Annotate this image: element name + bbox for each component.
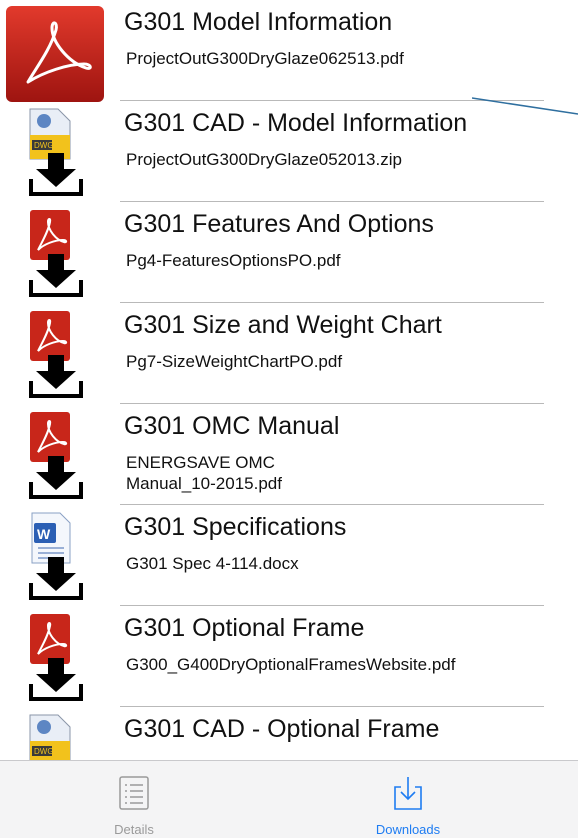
download-arrow-icon [29, 456, 83, 499]
tab-label: Downloads [375, 822, 441, 837]
item-title: G301 CAD - Model Information [124, 109, 468, 137]
list-icon [119, 776, 149, 810]
list-item[interactable]: DWG G301 CAD - Optional Frame [0, 707, 578, 760]
svg-text:DWG: DWG [34, 747, 54, 756]
list-item[interactable]: G301 Features And Options Pg4-FeaturesOp… [0, 202, 578, 303]
acrobat-large-icon [6, 6, 104, 102]
dwg-file-icon: DWG [29, 714, 71, 760]
list-item[interactable]: G301 OMC Manual ENERGSAVE OMC Manual_10-… [0, 404, 578, 505]
item-filename: ProjectOutG300DryGlaze052013.zip [126, 150, 402, 169]
download-arrow-icon [29, 254, 83, 297]
item-filename: ENERGSAVE OMC Manual_10-2015.pdf [126, 453, 282, 493]
list-item[interactable]: G301 Model Information ProjectOutG300Dry… [0, 0, 578, 102]
item-title: G301 CAD - Optional Frame [124, 715, 440, 743]
downloads-list: G301 Model Information ProjectOutG300Dry… [0, 0, 578, 760]
item-title: G301 Specifications [124, 513, 347, 541]
download-arrow-icon [29, 153, 83, 196]
tab-details[interactable]: Details [54, 761, 214, 838]
svg-text:W: W [37, 526, 51, 542]
svg-text:DWG: DWG [34, 141, 54, 150]
item-title: G301 Model Information [124, 8, 393, 36]
item-filename: Pg7-SizeWeightChartPO.pdf [126, 352, 343, 371]
item-filename: Pg4-FeaturesOptionsPO.pdf [126, 251, 341, 270]
item-filename: G301 Spec 4-114.docx [126, 554, 299, 573]
item-filename: ProjectOutG300DryGlaze062513.pdf [126, 49, 404, 68]
download-arrow-icon [29, 557, 83, 600]
list-item[interactable]: G301 Size and Weight Chart Pg7-SizeWeigh… [0, 303, 578, 404]
list-item[interactable]: G301 Optional Frame G300_G400DryOptional… [0, 606, 578, 707]
item-title: G301 Optional Frame [124, 614, 365, 642]
tab-label: Details [114, 822, 154, 837]
tab-downloads[interactable]: Downloads [328, 761, 488, 838]
item-title: G301 OMC Manual [124, 412, 340, 440]
annotation-callout-line [472, 97, 578, 115]
tab-bar: Details Downloads [0, 760, 578, 838]
download-tray-icon [394, 777, 422, 810]
list-item[interactable]: W G301 Specifications G301 Spec 4-114.do… [0, 505, 578, 606]
item-filename: G300_G400DryOptionalFramesWebsite.pdf [126, 655, 456, 674]
download-arrow-icon [29, 658, 83, 701]
item-title: G301 Features And Options [124, 210, 434, 238]
download-arrow-icon [29, 355, 83, 398]
item-title: G301 Size and Weight Chart [124, 311, 442, 339]
